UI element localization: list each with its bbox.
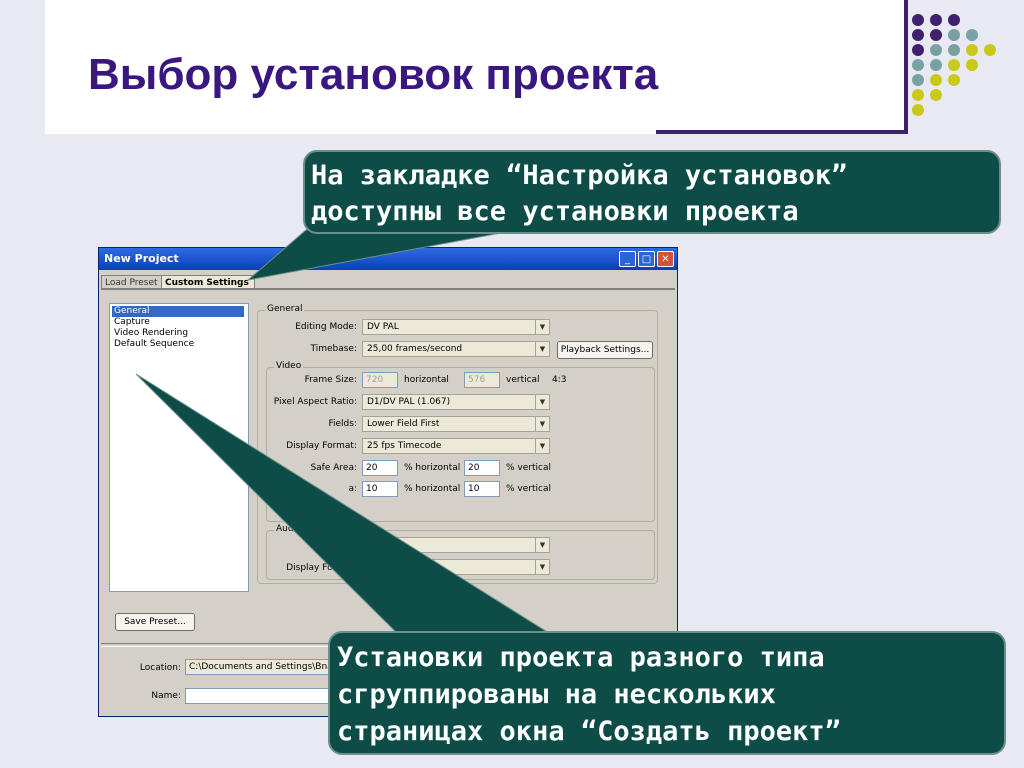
bottom-callout-line-2: сгруппированы на нескольких (337, 679, 776, 710)
bottom-callout: Установки проекта разного типа сгруппиро… (328, 631, 1006, 755)
bottom-callout-line-1: Установки проекта разного типа (337, 642, 825, 673)
top-callout-line-2: доступны все установки проекта (311, 196, 799, 227)
bottom-callout-pointer (135, 373, 562, 641)
top-callout-line-1: На закладке “Настройка установок” (311, 160, 848, 191)
bottom-callout-line-3: страницах окна “Создать проект” (337, 716, 841, 747)
top-callout: На закладке “Настройка установок” доступ… (303, 150, 1001, 234)
